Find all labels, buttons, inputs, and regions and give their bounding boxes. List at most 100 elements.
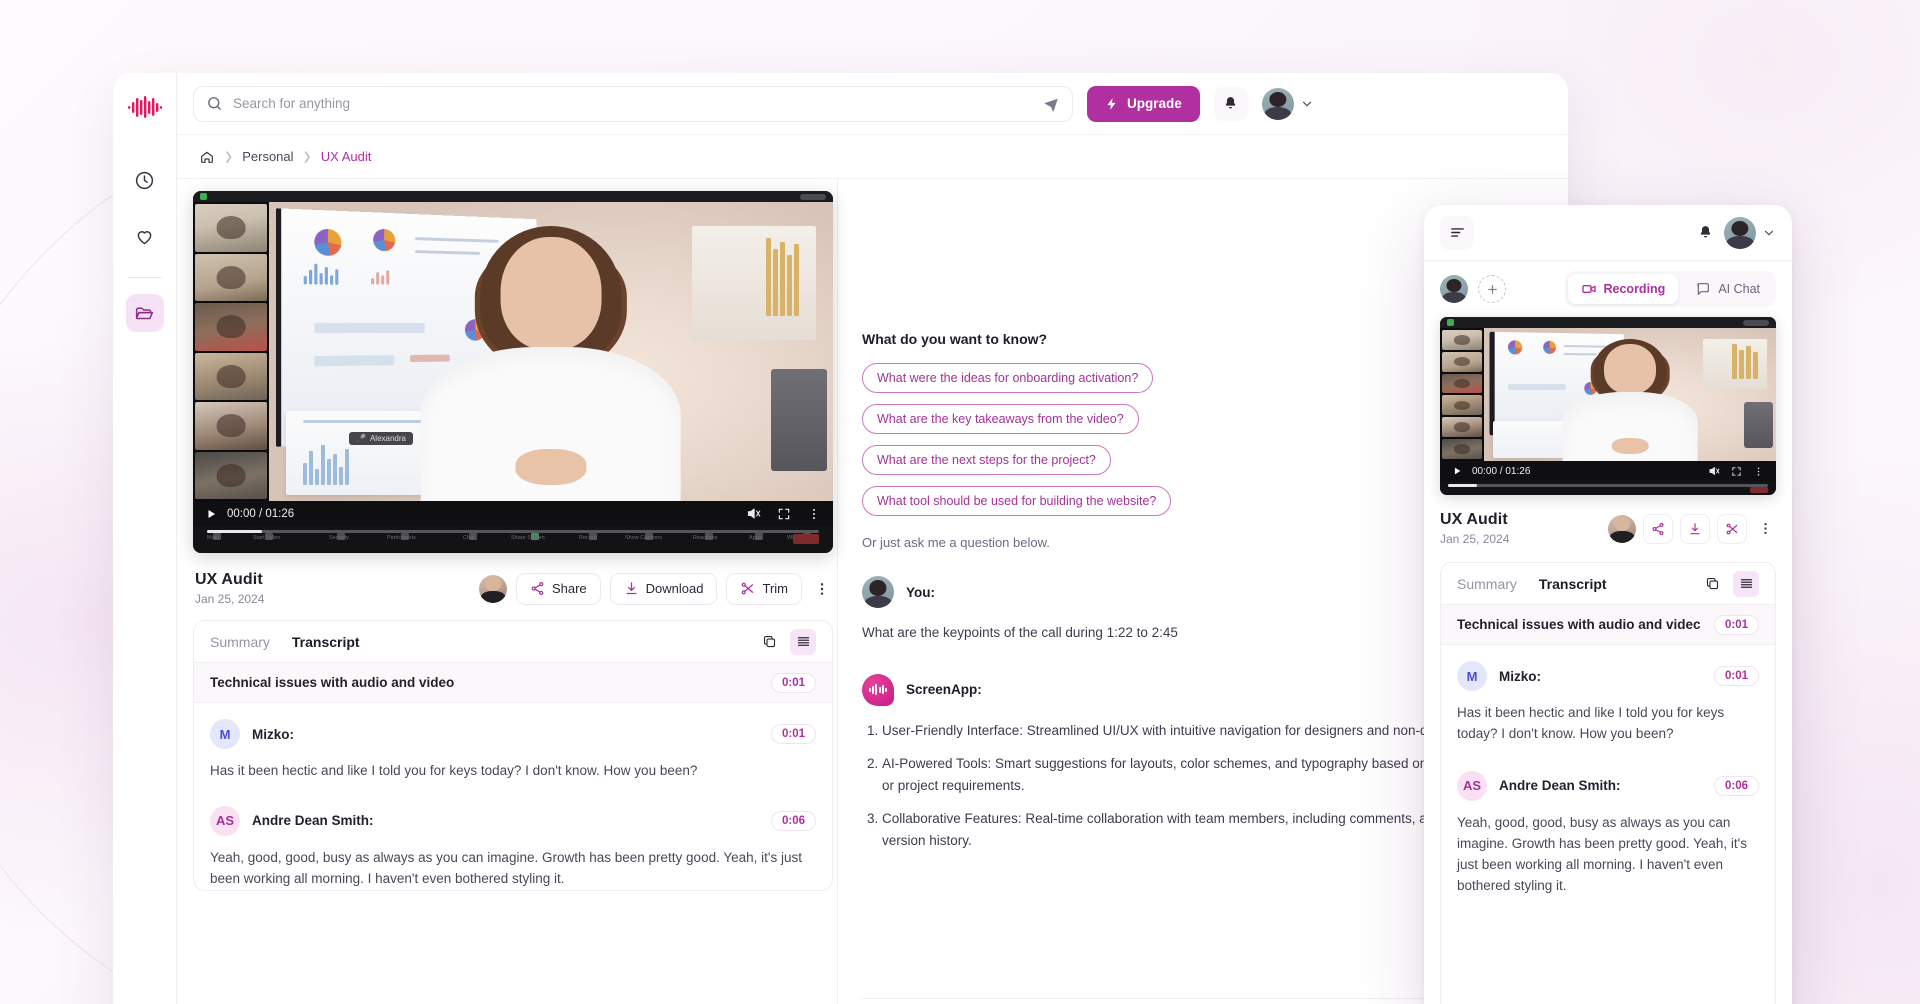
plus-icon[interactable] (1478, 275, 1506, 303)
download-button[interactable] (1680, 513, 1710, 544)
player-window-bar (1440, 317, 1776, 328)
entry-timestamp[interactable]: 0:01 (1713, 666, 1759, 686)
owner-avatar[interactable] (478, 574, 507, 603)
seek-bar[interactable] (1448, 484, 1768, 487)
player-window-pill (1743, 319, 1769, 326)
participant-thumbnail[interactable] (195, 204, 267, 252)
user-menu[interactable] (1724, 216, 1776, 249)
tab-summary[interactable]: Summary (1457, 576, 1517, 592)
scissors-icon (740, 581, 755, 596)
play-icon[interactable] (205, 508, 217, 520)
participant-thumbnail[interactable] (1442, 395, 1482, 416)
play-icon[interactable] (1452, 466, 1462, 476)
participant-thumbnail[interactable] (1442, 330, 1482, 350)
avatar (1724, 216, 1756, 249)
recording-date: Jan 25, 2024 (195, 592, 265, 606)
microphone-icon: 🎤 (356, 434, 366, 443)
search-box[interactable] (193, 85, 1073, 122)
volume-muted-icon[interactable] (746, 506, 761, 521)
breadcrumb-item-current[interactable]: UX Audit (321, 149, 372, 164)
player-time: 00:00 / 01:26 (227, 507, 295, 520)
transcript-chapter[interactable]: Technical issues with audio and videc 0:… (1441, 605, 1775, 645)
more-vertical-icon[interactable] (1754, 514, 1776, 544)
avatar[interactable] (1440, 275, 1468, 303)
tab-transcript[interactable]: Transcript (1539, 576, 1607, 592)
participant-thumbnail[interactable] (195, 451, 267, 499)
download-button[interactable]: Download (609, 572, 718, 605)
participant-thumbnail[interactable] (1442, 351, 1482, 372)
fullscreen-icon[interactable] (1731, 466, 1742, 477)
floating-transcript-card: Summary Transcript Technical issues with… (1440, 562, 1776, 1004)
suggestion-chip-4[interactable]: What tool should be used for building th… (862, 486, 1172, 516)
active-speaker-video (1484, 328, 1776, 461)
participant-filmstrip (1440, 328, 1484, 461)
home-icon[interactable] (199, 149, 215, 165)
participant-thumbnail[interactable] (195, 253, 267, 301)
sidebar-item-favorites[interactable] (126, 217, 164, 255)
entry-timestamp[interactable]: 0:06 (770, 810, 816, 831)
recording-header: UX Audit Jan 25, 2024 Share Download Tri… (195, 571, 833, 606)
owner-avatar[interactable] (1608, 514, 1636, 543)
participant-thumbnail[interactable] (1442, 417, 1482, 438)
upgrade-button[interactable]: Upgrade (1087, 85, 1200, 122)
seek-bar[interactable] (207, 530, 819, 533)
transcript-text: Has it been hectic and like I told you f… (210, 763, 698, 778)
sidebar (113, 73, 177, 1004)
hamburger-menu-icon[interactable] (1440, 215, 1474, 250)
more-vertical-icon[interactable] (811, 574, 833, 604)
segment-recording[interactable]: Recording (1567, 274, 1679, 304)
breadcrumb-item-personal[interactable]: Personal (242, 149, 293, 164)
more-vertical-icon[interactable] (807, 507, 821, 521)
floating-video-player[interactable]: 00:00 / 01:26 (1440, 317, 1776, 495)
end-meeting-button[interactable] (1750, 487, 1768, 493)
suggestion-chip-3[interactable]: What are the next steps for the project? (862, 445, 1111, 475)
copy-icon[interactable] (1699, 571, 1725, 597)
transcript-entry: AS Andre Dean Smith: 0:06 Yeah, good, go… (194, 790, 832, 890)
tab-transcript[interactable]: Transcript (292, 634, 360, 650)
copy-icon[interactable] (756, 629, 782, 655)
recording-indicator (1447, 319, 1454, 326)
share-button[interactable]: Share (515, 572, 601, 605)
participant-thumbnail[interactable] (195, 303, 267, 351)
transcript-text: Has it been hectic and like I told you f… (1457, 705, 1725, 741)
transcript-chapter[interactable]: Technical issues with audio and video 0:… (194, 663, 832, 703)
entry-timestamp[interactable]: 0:01 (770, 724, 816, 744)
floating-recording-header: UX Audit Jan 25, 2024 (1424, 495, 1792, 546)
screenapp-bubble-logo (862, 673, 894, 706)
folder-icon (134, 303, 155, 324)
list-view-icon[interactable] (1733, 570, 1759, 597)
end-meeting-button[interactable] (793, 534, 819, 544)
segment-ai-chat[interactable]: AI Chat (1682, 274, 1773, 304)
screenapp-waveform-logo[interactable] (125, 87, 165, 127)
video-player[interactable]: 🎤 Alexandra 00:00 / 01:26 Mute Start Vid… (193, 191, 833, 553)
sidebar-item-recent[interactable] (126, 161, 164, 199)
speaker-initials: M (210, 719, 240, 749)
participant-thumbnail[interactable] (195, 352, 267, 400)
suggestion-chip-1[interactable]: What were the ideas for onboarding activ… (862, 363, 1154, 393)
participant-thumbnail[interactable] (1442, 373, 1482, 394)
tab-summary[interactable]: Summary (210, 634, 270, 650)
entry-timestamp[interactable]: 0:06 (1713, 775, 1759, 796)
sidebar-item-library[interactable] (125, 294, 164, 332)
list-view-icon[interactable] (790, 628, 816, 655)
notifications-button[interactable] (1213, 86, 1248, 121)
fullscreen-icon[interactable] (777, 507, 791, 521)
floating-panel-subbar: Recording AI Chat (1424, 261, 1792, 317)
player-window-pill (800, 193, 826, 200)
trim-button[interactable] (1717, 513, 1747, 544)
share-button[interactable] (1643, 513, 1673, 544)
participant-thumbnail[interactable] (195, 402, 267, 450)
user-menu[interactable] (1261, 87, 1314, 120)
recording-date: Jan 25, 2024 (1440, 532, 1510, 546)
send-icon[interactable] (1042, 95, 1060, 113)
suggestion-chip-2[interactable]: What are the key takeaways from the vide… (862, 404, 1139, 434)
more-vertical-icon[interactable] (1753, 466, 1764, 477)
search-input[interactable] (233, 96, 1032, 111)
trim-button[interactable]: Trim (726, 572, 802, 605)
page-title: UX Audit (1440, 511, 1508, 528)
volume-muted-icon[interactable] (1708, 465, 1720, 477)
bell-icon[interactable] (1697, 224, 1714, 241)
player-time: 00:00 / 01:26 (1472, 465, 1531, 477)
participant-thumbnail[interactable] (1442, 439, 1482, 459)
chat-bubble-icon (1695, 281, 1711, 297)
